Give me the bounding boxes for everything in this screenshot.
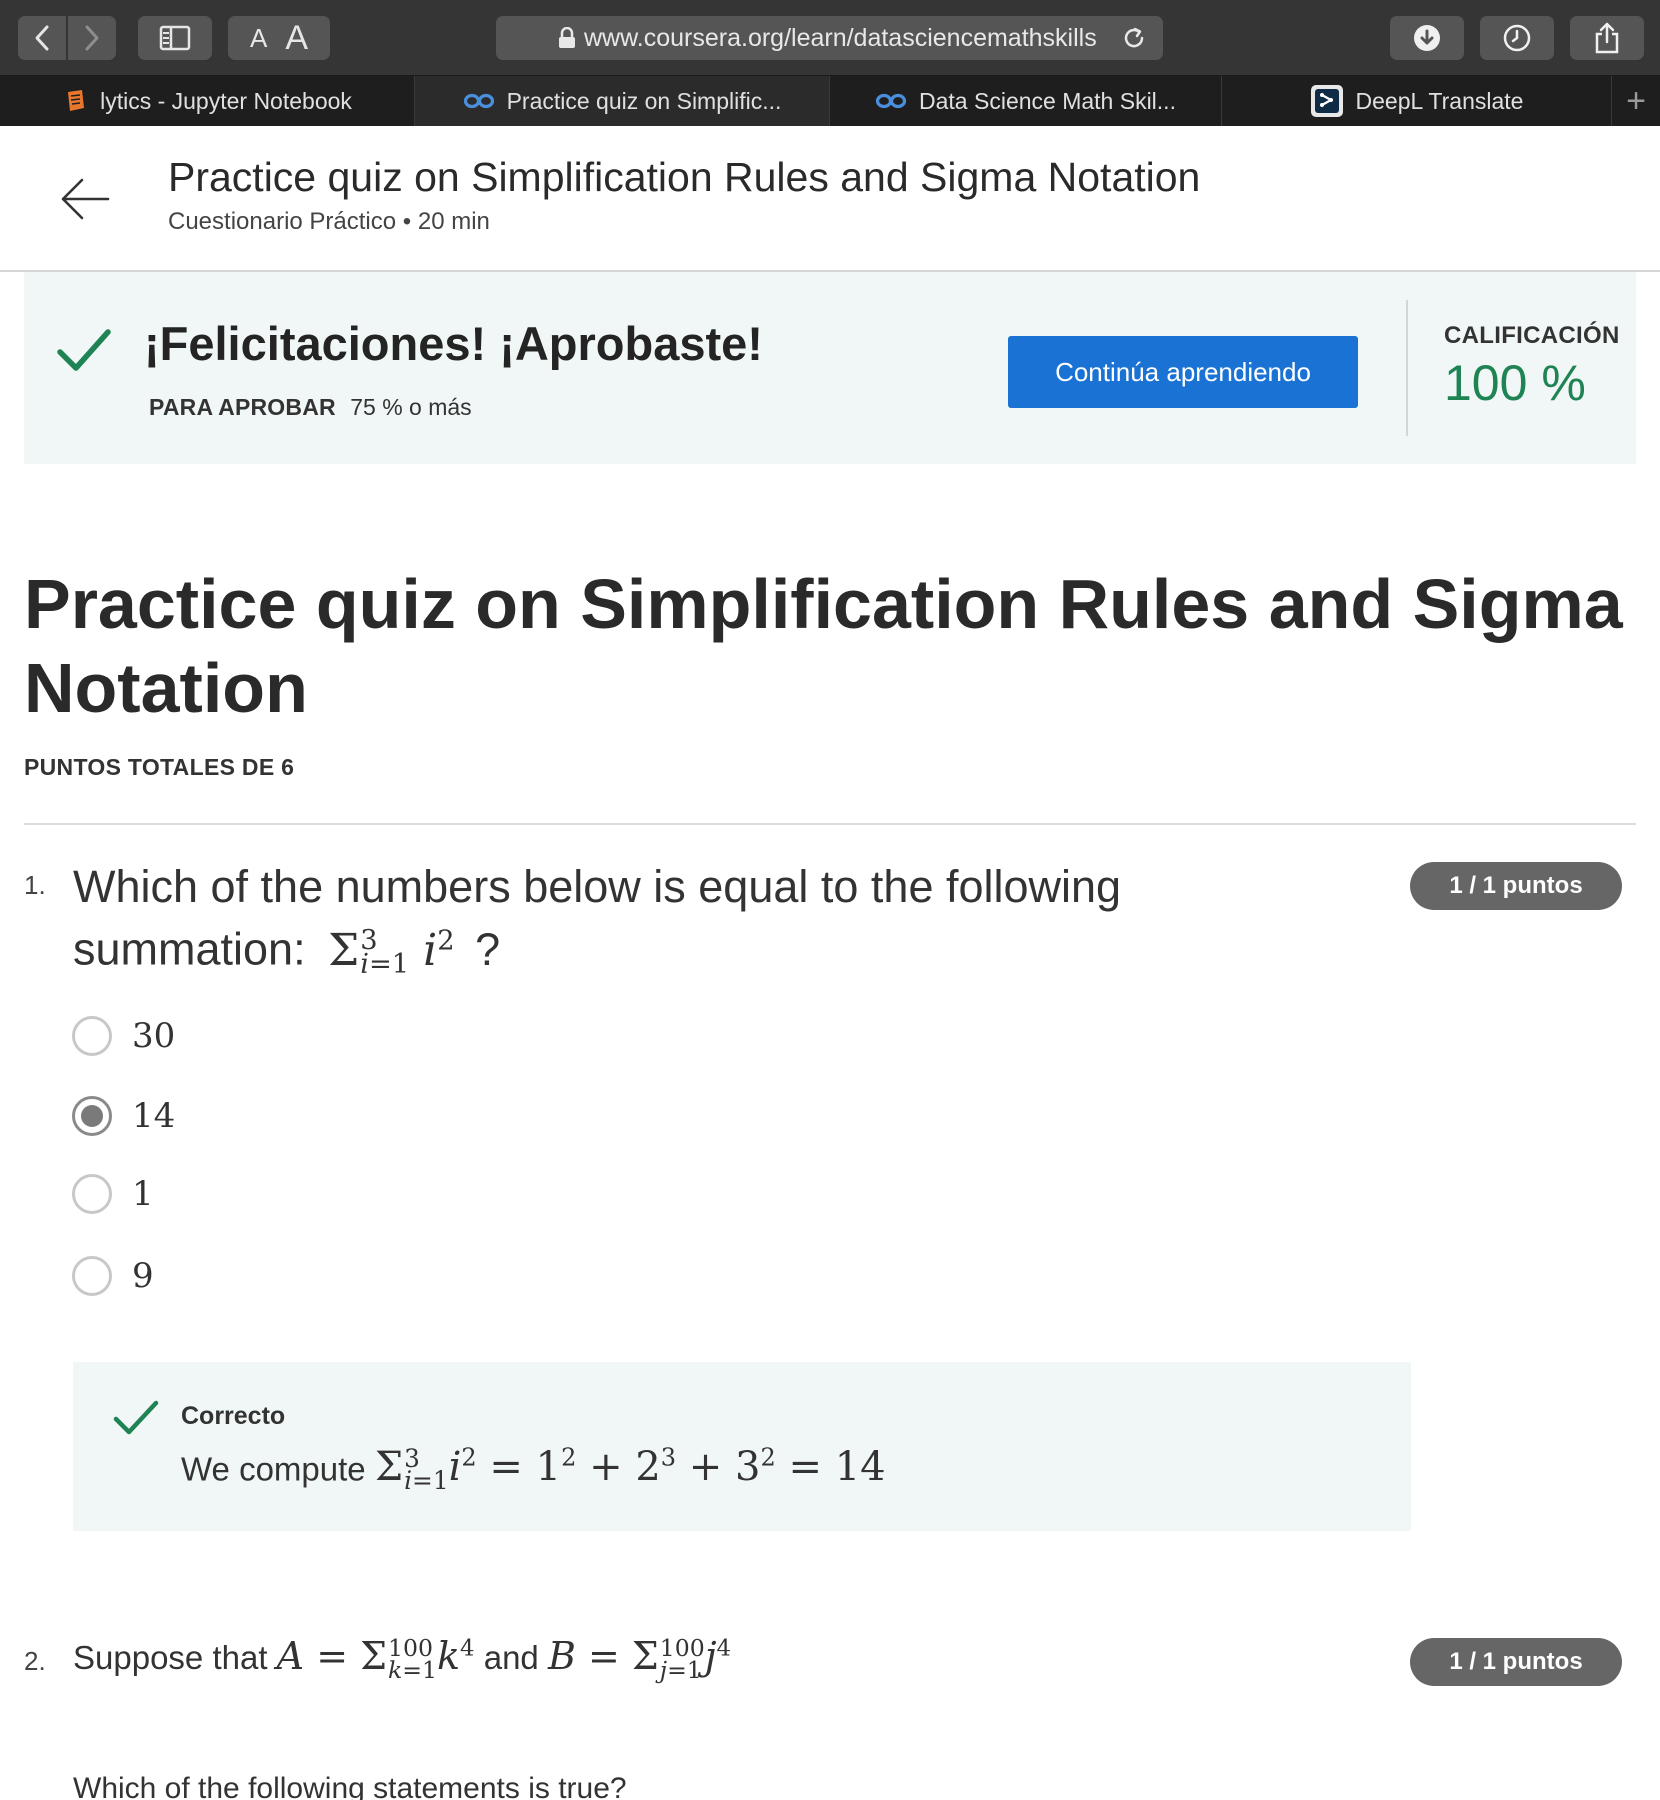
lock-icon [559,27,575,48]
chevron-left-icon [35,25,49,51]
browser-toolbar: A A www.coursera.org/learn/datasciencema… [0,0,1660,76]
quiz-title: Practice quiz on Simplification Rules an… [24,565,1623,727]
tab-practice-quiz[interactable]: Practice quiz on Simplific... [415,76,830,126]
grade-label: CALIFICACIÓN [1444,322,1620,349]
url-text[interactable]: www.coursera.org/learn/datasciencemathsk… [584,24,1115,53]
answer-option-selected[interactable]: 14 [72,1096,175,1136]
header-title: Practice quiz on Simplification Rules an… [168,154,1201,200]
chevron-right-icon [85,25,99,51]
pass-value: 75 % o más [350,394,472,420]
tab-bar: lytics - Jupyter Notebook Practice quiz … [0,76,1660,126]
feedback-formula: Σ 3 i=1 i2 = 12 + 23 + 32 = 14 [374,1444,886,1496]
points-badge: 1 / 1 puntos [1410,862,1622,910]
history-button[interactable] [1480,16,1554,60]
continue-learning-button[interactable]: Continúa aprendiendo [1008,336,1358,408]
summation-formula: Σ 3 i=1 i2 [328,924,455,981]
feedback-text-body: We compute [181,1450,366,1488]
address-bar[interactable]: www.coursera.org/learn/datasciencemathsk… [496,16,1163,60]
formula-a: A = Σ 100 k=1 k4 [276,1634,475,1684]
pass-label: PARA APROBAR [149,394,336,420]
points-badge: 1 / 1 puntos [1410,1638,1622,1686]
new-tab-button[interactable]: + [1612,76,1660,126]
banner-title: ¡Felicitaciones! ¡Aprobaste! [144,317,763,370]
formula-b: B = Σ 100 j=1 j4 [547,1634,732,1684]
question-prompt: Which of the following statements is tru… [73,1772,627,1800]
check-icon [57,329,111,371]
divider [24,823,1636,825]
arrow-left-icon[interactable] [58,172,112,226]
divider [1406,300,1408,436]
question-end-mark: ? [475,923,501,975]
option-label: 1 [132,1174,154,1214]
answer-option[interactable]: 30 [72,1016,175,1056]
forward-button[interactable] [68,16,116,60]
feedback-text: We compute Σ 3 i=1 i2 = 12 + 23 + 32 = 14 [181,1444,886,1493]
question-and: and [483,1639,539,1676]
option-label: 30 [132,1016,176,1056]
question-text: Suppose that A = Σ 100 k=1 k4 and B = Σ 100 j… [73,1634,731,1681]
tab-label: DeepL Translate [1355,87,1524,114]
check-icon [113,1400,159,1435]
grade-value: 100 % [1444,355,1586,411]
question-text: Which of the numbers below is equal to t… [73,860,1193,978]
radio-button[interactable] [72,1256,112,1296]
tab-label: Data Science Math Skil... [919,87,1176,114]
result-banner: ¡Felicitaciones! ¡Aprobaste! PARA APROBA… [24,272,1636,464]
radio-button-checked[interactable] [72,1096,112,1136]
question-number: 1. [24,870,46,900]
pass-requirement: PARA APROBAR 75 % o más [149,394,472,421]
increase-text-size[interactable]: A [285,19,308,58]
tab-deepl[interactable]: DeepL Translate [1222,76,1612,126]
tab-label: Practice quiz on Simplific... [506,87,782,114]
question-text-body: Which of the numbers below is equal to t… [73,861,1122,975]
clock-icon [1503,24,1531,52]
question-intro: Suppose that [73,1639,268,1676]
back-button[interactable] [18,16,66,60]
answer-option[interactable]: 9 [72,1256,154,1296]
downloads-button[interactable] [1390,16,1464,60]
option-label: 14 [132,1096,176,1136]
tab-label: lytics - Jupyter Notebook [100,87,352,114]
deepl-icon [1310,84,1344,118]
option-label: 9 [132,1256,154,1296]
page-header: Practice quiz on Simplification Rules an… [0,126,1660,272]
tab-jupyter[interactable]: lytics - Jupyter Notebook [0,76,415,126]
sidebar-toggle-button[interactable] [138,16,212,60]
question-number: 2. [24,1646,46,1676]
feedback-box: Correcto We compute Σ 3 i=1 i2 = 12 + 23 + … [73,1362,1411,1531]
radio-button[interactable] [72,1174,112,1214]
share-icon [1595,22,1619,54]
feedback-label: Correcto [181,1402,286,1430]
tab-data-science[interactable]: Data Science Math Skil... [830,76,1222,126]
total-points: PUNTOS TOTALES DE 6 [24,754,295,780]
text-size-button[interactable]: A A [228,16,330,60]
answer-option[interactable]: 1 [72,1174,154,1214]
coursera-icon [875,92,907,110]
download-icon [1414,25,1440,51]
radio-button[interactable] [72,1016,112,1056]
sidebar-icon [159,25,191,51]
share-button[interactable] [1570,16,1644,60]
coursera-icon [463,92,495,110]
jupyter-icon [62,88,88,114]
decrease-text-size[interactable]: A [250,23,267,54]
reload-icon[interactable] [1121,25,1147,51]
header-subtitle: Cuestionario Práctico • 20 min [168,208,490,235]
